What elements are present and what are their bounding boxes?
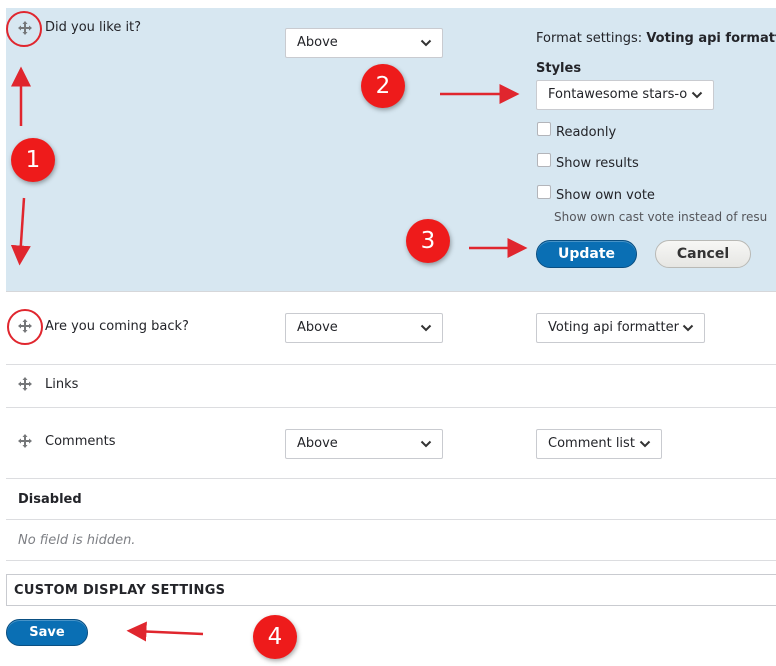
styles-select-value: Fontawesome stars-o — [548, 87, 688, 102]
row-divider — [6, 407, 776, 408]
formatter-value: Comment list — [548, 436, 635, 451]
annotation-ring — [6, 11, 42, 47]
annotation-marker-2: 2 — [361, 64, 405, 108]
field-label: Are you coming back? — [45, 319, 189, 334]
chevron-down-icon — [420, 324, 432, 332]
row-divider — [6, 519, 776, 520]
label-position-value: Above — [297, 320, 338, 335]
custom-display-settings-title: CUSTOM DISPLAY SETTINGS — [14, 583, 226, 598]
annotation-ring — [7, 309, 43, 345]
row-divider — [6, 478, 776, 479]
chevron-down-icon — [420, 39, 432, 47]
drag-handle-icon[interactable] — [18, 377, 32, 391]
save-button[interactable]: Save — [6, 619, 88, 646]
show-results-checkbox[interactable] — [537, 153, 551, 167]
styles-select[interactable]: Fontawesome stars-o — [536, 80, 714, 110]
update-button[interactable]: Update — [536, 240, 637, 268]
label-position-value: Above — [297, 35, 338, 50]
formatter-select[interactable]: Comment list — [536, 429, 662, 459]
chevron-down-icon — [639, 440, 651, 448]
label-position-select[interactable]: Above — [285, 313, 443, 343]
custom-display-settings-panel[interactable]: CUSTOM DISPLAY SETTINGS — [6, 574, 776, 606]
styles-label: Styles — [536, 61, 582, 76]
show-own-vote-help: Show own cast vote instead of resu — [554, 210, 768, 224]
label-position-select[interactable]: Above — [285, 28, 443, 58]
annotation-marker-4: 4 — [253, 615, 297, 659]
format-settings-name: Voting api formatt — [646, 31, 776, 46]
annotation-marker-1: 1 — [11, 138, 55, 182]
drag-handle-icon[interactable] — [18, 434, 32, 448]
annotation-marker-3: 3 — [406, 219, 450, 263]
field-label: Comments — [45, 434, 116, 449]
show-own-vote-checkbox[interactable] — [537, 185, 551, 199]
format-settings-prefix: Format settings: — [536, 31, 643, 46]
empty-hidden-message: No field is hidden. — [18, 533, 136, 548]
readonly-label: Readonly — [556, 125, 617, 140]
cancel-button[interactable]: Cancel — [655, 240, 751, 268]
formatter-select[interactable]: Voting api formatter — [536, 313, 705, 343]
row-divider — [6, 560, 776, 561]
label-position-value: Above — [297, 436, 338, 451]
field-label: Links — [45, 377, 79, 392]
chevron-down-icon — [420, 440, 432, 448]
row-divider — [6, 364, 776, 365]
show-own-vote-label: Show own vote — [556, 188, 655, 203]
disabled-heading: Disabled — [18, 492, 82, 507]
label-position-select[interactable]: Above — [285, 429, 443, 459]
chevron-down-icon — [691, 91, 703, 99]
readonly-checkbox[interactable] — [537, 122, 551, 136]
chevron-down-icon — [682, 324, 694, 332]
show-results-label: Show results — [556, 156, 639, 171]
format-settings-title: Format settings: Voting api formatt — [536, 31, 776, 46]
arrow-to-save — [126, 621, 204, 642]
field-label: Did you like it? — [45, 20, 142, 35]
formatter-value: Voting api formatter — [548, 320, 679, 335]
